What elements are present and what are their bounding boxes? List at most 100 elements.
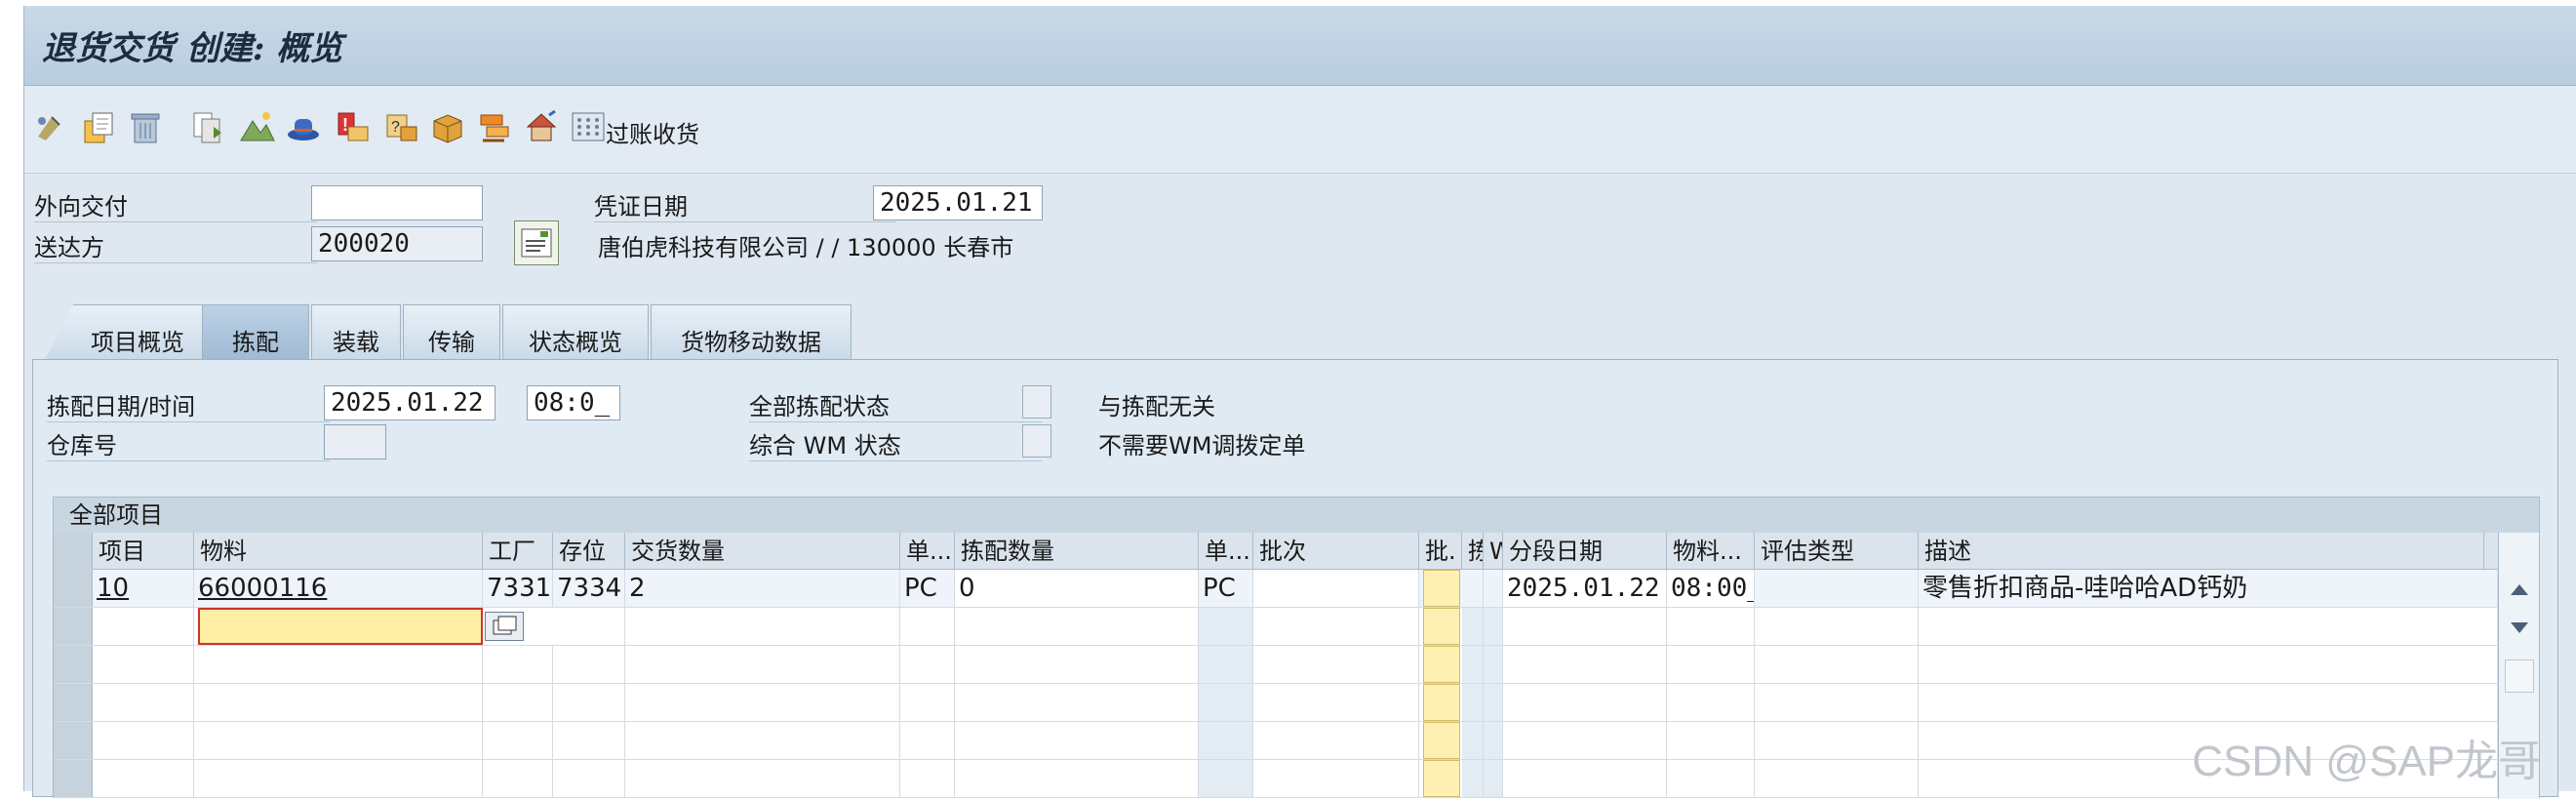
tab-item-overview[interactable]: 项目概览: [44, 304, 208, 361]
row-selector[interactable]: [54, 722, 93, 759]
table-row[interactable]: [54, 608, 2539, 646]
col-unit-1[interactable]: 单...: [900, 533, 955, 570]
col-item[interactable]: 项目: [93, 533, 194, 570]
cell-batch-flag[interactable]: [1423, 646, 1460, 683]
detail-address-icon[interactable]: [514, 220, 559, 265]
cell-plant[interactable]: [483, 722, 553, 759]
col-plant[interactable]: 工厂: [483, 533, 553, 570]
col-description[interactable]: 描述: [1919, 533, 2484, 570]
cell-picked-quantity[interactable]: [955, 646, 1199, 683]
cell-picked-quantity[interactable]: [955, 722, 1199, 759]
cell-material-time[interactable]: [1667, 646, 1755, 683]
col-pick-flag[interactable]: 拣: [1462, 533, 1484, 570]
cell-material[interactable]: [194, 722, 483, 759]
cell-unit-1[interactable]: [900, 684, 955, 721]
grid-dots-icon[interactable]: [569, 107, 608, 146]
cell-delivery-quantity[interactable]: [625, 684, 900, 721]
cell-picked-quantity[interactable]: 0: [955, 570, 1199, 607]
cell-batch[interactable]: [1253, 760, 1419, 797]
warehouse-number-field[interactable]: [324, 424, 386, 459]
cell-valuation-type[interactable]: [1755, 684, 1919, 721]
cell-batch-flag[interactable]: [1423, 608, 1460, 645]
col-batch[interactable]: 批次: [1253, 533, 1419, 570]
cell-picked-quantity[interactable]: [955, 608, 1199, 645]
cell-staging-date[interactable]: [1503, 684, 1667, 721]
tab-transport[interactable]: 传输: [403, 304, 500, 361]
cell-item[interactable]: [93, 646, 194, 683]
tab-loading[interactable]: 装载: [311, 304, 401, 361]
outbound-delivery-field[interactable]: [311, 185, 483, 220]
col-storage-location[interactable]: 存位: [553, 533, 625, 570]
col-staging-date[interactable]: 分段日期: [1503, 533, 1667, 570]
cell-item[interactable]: [93, 684, 194, 721]
cell-material[interactable]: 66000116: [194, 570, 483, 607]
scroll-down-icon[interactable]: [2507, 619, 2532, 638]
row-selector[interactable]: [54, 684, 93, 721]
cell-valuation-type[interactable]: [1755, 608, 1919, 645]
box-icon[interactable]: [428, 107, 467, 146]
cell-batch-flag[interactable]: [1423, 684, 1460, 721]
cell-batch[interactable]: [1253, 608, 1419, 645]
document-date-field[interactable]: 2025.01.21: [873, 185, 1043, 220]
cell-material[interactable]: [194, 760, 483, 797]
hat-icon[interactable]: [284, 107, 323, 146]
cell-material-time[interactable]: [1667, 608, 1755, 645]
house-icon[interactable]: [522, 107, 561, 146]
row-selector[interactable]: [54, 608, 93, 645]
cell-plant[interactable]: [483, 646, 553, 683]
cell-storage-location[interactable]: [553, 684, 625, 721]
cell-delivery-quantity[interactable]: [625, 646, 900, 683]
alert-warning-icon[interactable]: !: [333, 107, 372, 146]
cell-valuation-type[interactable]: [1755, 646, 1919, 683]
col-material[interactable]: 物料: [194, 533, 483, 570]
col-material-time[interactable]: 物料...: [1667, 533, 1755, 570]
cell-material-time[interactable]: [1667, 722, 1755, 759]
cell-delivery-quantity[interactable]: [625, 760, 900, 797]
cell-staging-date[interactable]: [1503, 646, 1667, 683]
search-help-icon[interactable]: [485, 612, 524, 641]
cell-delivery-quantity[interactable]: [625, 608, 900, 645]
cell-picked-quantity[interactable]: [955, 760, 1199, 797]
col-w[interactable]: W: [1484, 533, 1503, 570]
cell-plant[interactable]: [483, 760, 553, 797]
col-delivery-quantity[interactable]: 交货数量: [625, 533, 900, 570]
tab-picking[interactable]: 拣配: [202, 304, 309, 361]
picking-date-field[interactable]: 2025.01.22: [324, 385, 495, 420]
col-picked-quantity[interactable]: 拣配数量: [955, 533, 1199, 570]
cell-item[interactable]: [93, 722, 194, 759]
copy-item-icon[interactable]: [79, 107, 118, 146]
table-row[interactable]: [54, 684, 2539, 722]
document-copy-icon[interactable]: [188, 107, 227, 146]
cell-batch-flag[interactable]: [1423, 570, 1460, 607]
cell-batch-flag[interactable]: [1423, 760, 1460, 797]
tools-icon[interactable]: [475, 107, 514, 146]
cell-unit-1[interactable]: [900, 646, 955, 683]
cell-batch[interactable]: [1253, 684, 1419, 721]
cell-item[interactable]: 10: [93, 570, 194, 607]
row-selector[interactable]: [54, 760, 93, 797]
cell-material[interactable]: [194, 684, 483, 721]
delete-trash-icon[interactable]: [126, 107, 165, 146]
cell-staging-date[interactable]: 2025.01.22: [1503, 570, 1667, 607]
cell-batch[interactable]: [1253, 646, 1419, 683]
cell-material-time[interactable]: 08:00_: [1667, 570, 1755, 607]
cell-picked-quantity[interactable]: [955, 684, 1199, 721]
mountain-image-icon[interactable]: [237, 107, 276, 146]
cell-storage-location[interactable]: [553, 760, 625, 797]
post-goods-receipt-button[interactable]: 过账收货: [606, 115, 699, 149]
cell-valuation-type[interactable]: [1755, 760, 1919, 797]
table-row[interactable]: [54, 646, 2539, 684]
cell-storage-location[interactable]: [553, 646, 625, 683]
cell-material-input[interactable]: [198, 608, 483, 645]
cell-item[interactable]: [93, 608, 194, 645]
cell-unit-1[interactable]: [900, 760, 955, 797]
cell-staging-date[interactable]: [1503, 608, 1667, 645]
cell-material[interactable]: [194, 646, 483, 683]
select-all-cell[interactable]: [54, 533, 93, 570]
picking-time-field[interactable]: 08:0_: [527, 385, 620, 420]
cell-unit-1[interactable]: [900, 608, 955, 645]
scroll-up-icon[interactable]: [2507, 579, 2532, 599]
table-row[interactable]: [54, 760, 2539, 798]
cell-item[interactable]: [93, 760, 194, 797]
cell-storage-location[interactable]: [553, 722, 625, 759]
